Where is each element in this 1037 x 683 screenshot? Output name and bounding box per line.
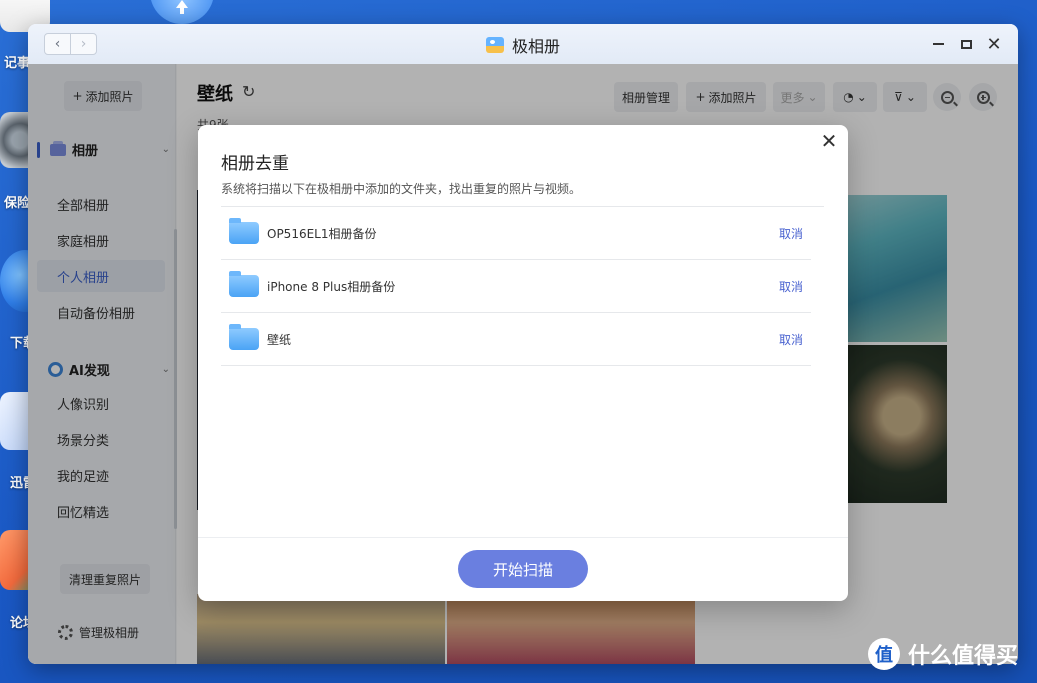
window-titlebar: ‹ › 极相册 ✕ xyxy=(28,24,1018,64)
folder-cancel-link[interactable]: 取消 xyxy=(779,331,803,348)
window-title-text: 极相册 xyxy=(512,37,561,56)
close-window-button[interactable]: ✕ xyxy=(984,33,1004,55)
desktop-upload-icon[interactable] xyxy=(150,0,214,24)
close-icon: ✕ xyxy=(820,129,838,153)
watermark-logo-icon: 值 xyxy=(868,638,900,670)
desktop-label-notes: 记事 xyxy=(4,56,31,71)
folder-name: iPhone 8 Plus相册备份 xyxy=(267,279,396,294)
album-app-icon xyxy=(486,37,504,53)
divider xyxy=(198,537,848,538)
minimize-button[interactable] xyxy=(928,34,948,54)
folder-cancel-link[interactable]: 取消 xyxy=(779,225,803,242)
window-title: 极相册 xyxy=(486,33,560,57)
watermark-text: 什么值得买 xyxy=(908,644,1019,669)
folder-row: iPhone 8 Plus相册备份 取消 xyxy=(221,260,811,313)
close-dialog-button[interactable]: ✕ xyxy=(818,129,840,153)
folder-icon xyxy=(229,271,259,297)
folder-icon xyxy=(229,324,259,350)
minimize-icon xyxy=(932,43,944,45)
dedupe-dialog: ✕ 相册去重 系统将扫描以下在极相册中添加的文件夹，找出重复的照片与视频。 OP… xyxy=(198,125,848,601)
folder-row: OP516EL1相册备份 取消 xyxy=(221,207,811,260)
folder-icon xyxy=(229,218,259,244)
forward-icon[interactable]: › xyxy=(71,34,96,54)
nav-buttons: ‹ › xyxy=(44,33,97,55)
start-scan-button[interactable]: 开始扫描 xyxy=(458,550,588,588)
maximize-button[interactable] xyxy=(956,34,976,54)
dialog-title: 相册去重 xyxy=(221,154,289,174)
desktop-label-safe: 保险 xyxy=(4,196,31,211)
folder-name: 壁纸 xyxy=(267,332,292,347)
dialog-description: 系统将扫描以下在极相册中添加的文件夹，找出重复的照片与视频。 xyxy=(221,182,582,196)
watermark: 值 什么值得买 xyxy=(868,638,1018,670)
folder-cancel-link[interactable]: 取消 xyxy=(779,278,803,295)
folder-row: 壁纸 取消 xyxy=(221,313,811,366)
back-icon[interactable]: ‹ xyxy=(45,34,71,54)
folder-name: OP516EL1相册备份 xyxy=(267,226,377,241)
close-icon: ✕ xyxy=(986,33,1002,55)
maximize-icon xyxy=(960,39,972,49)
